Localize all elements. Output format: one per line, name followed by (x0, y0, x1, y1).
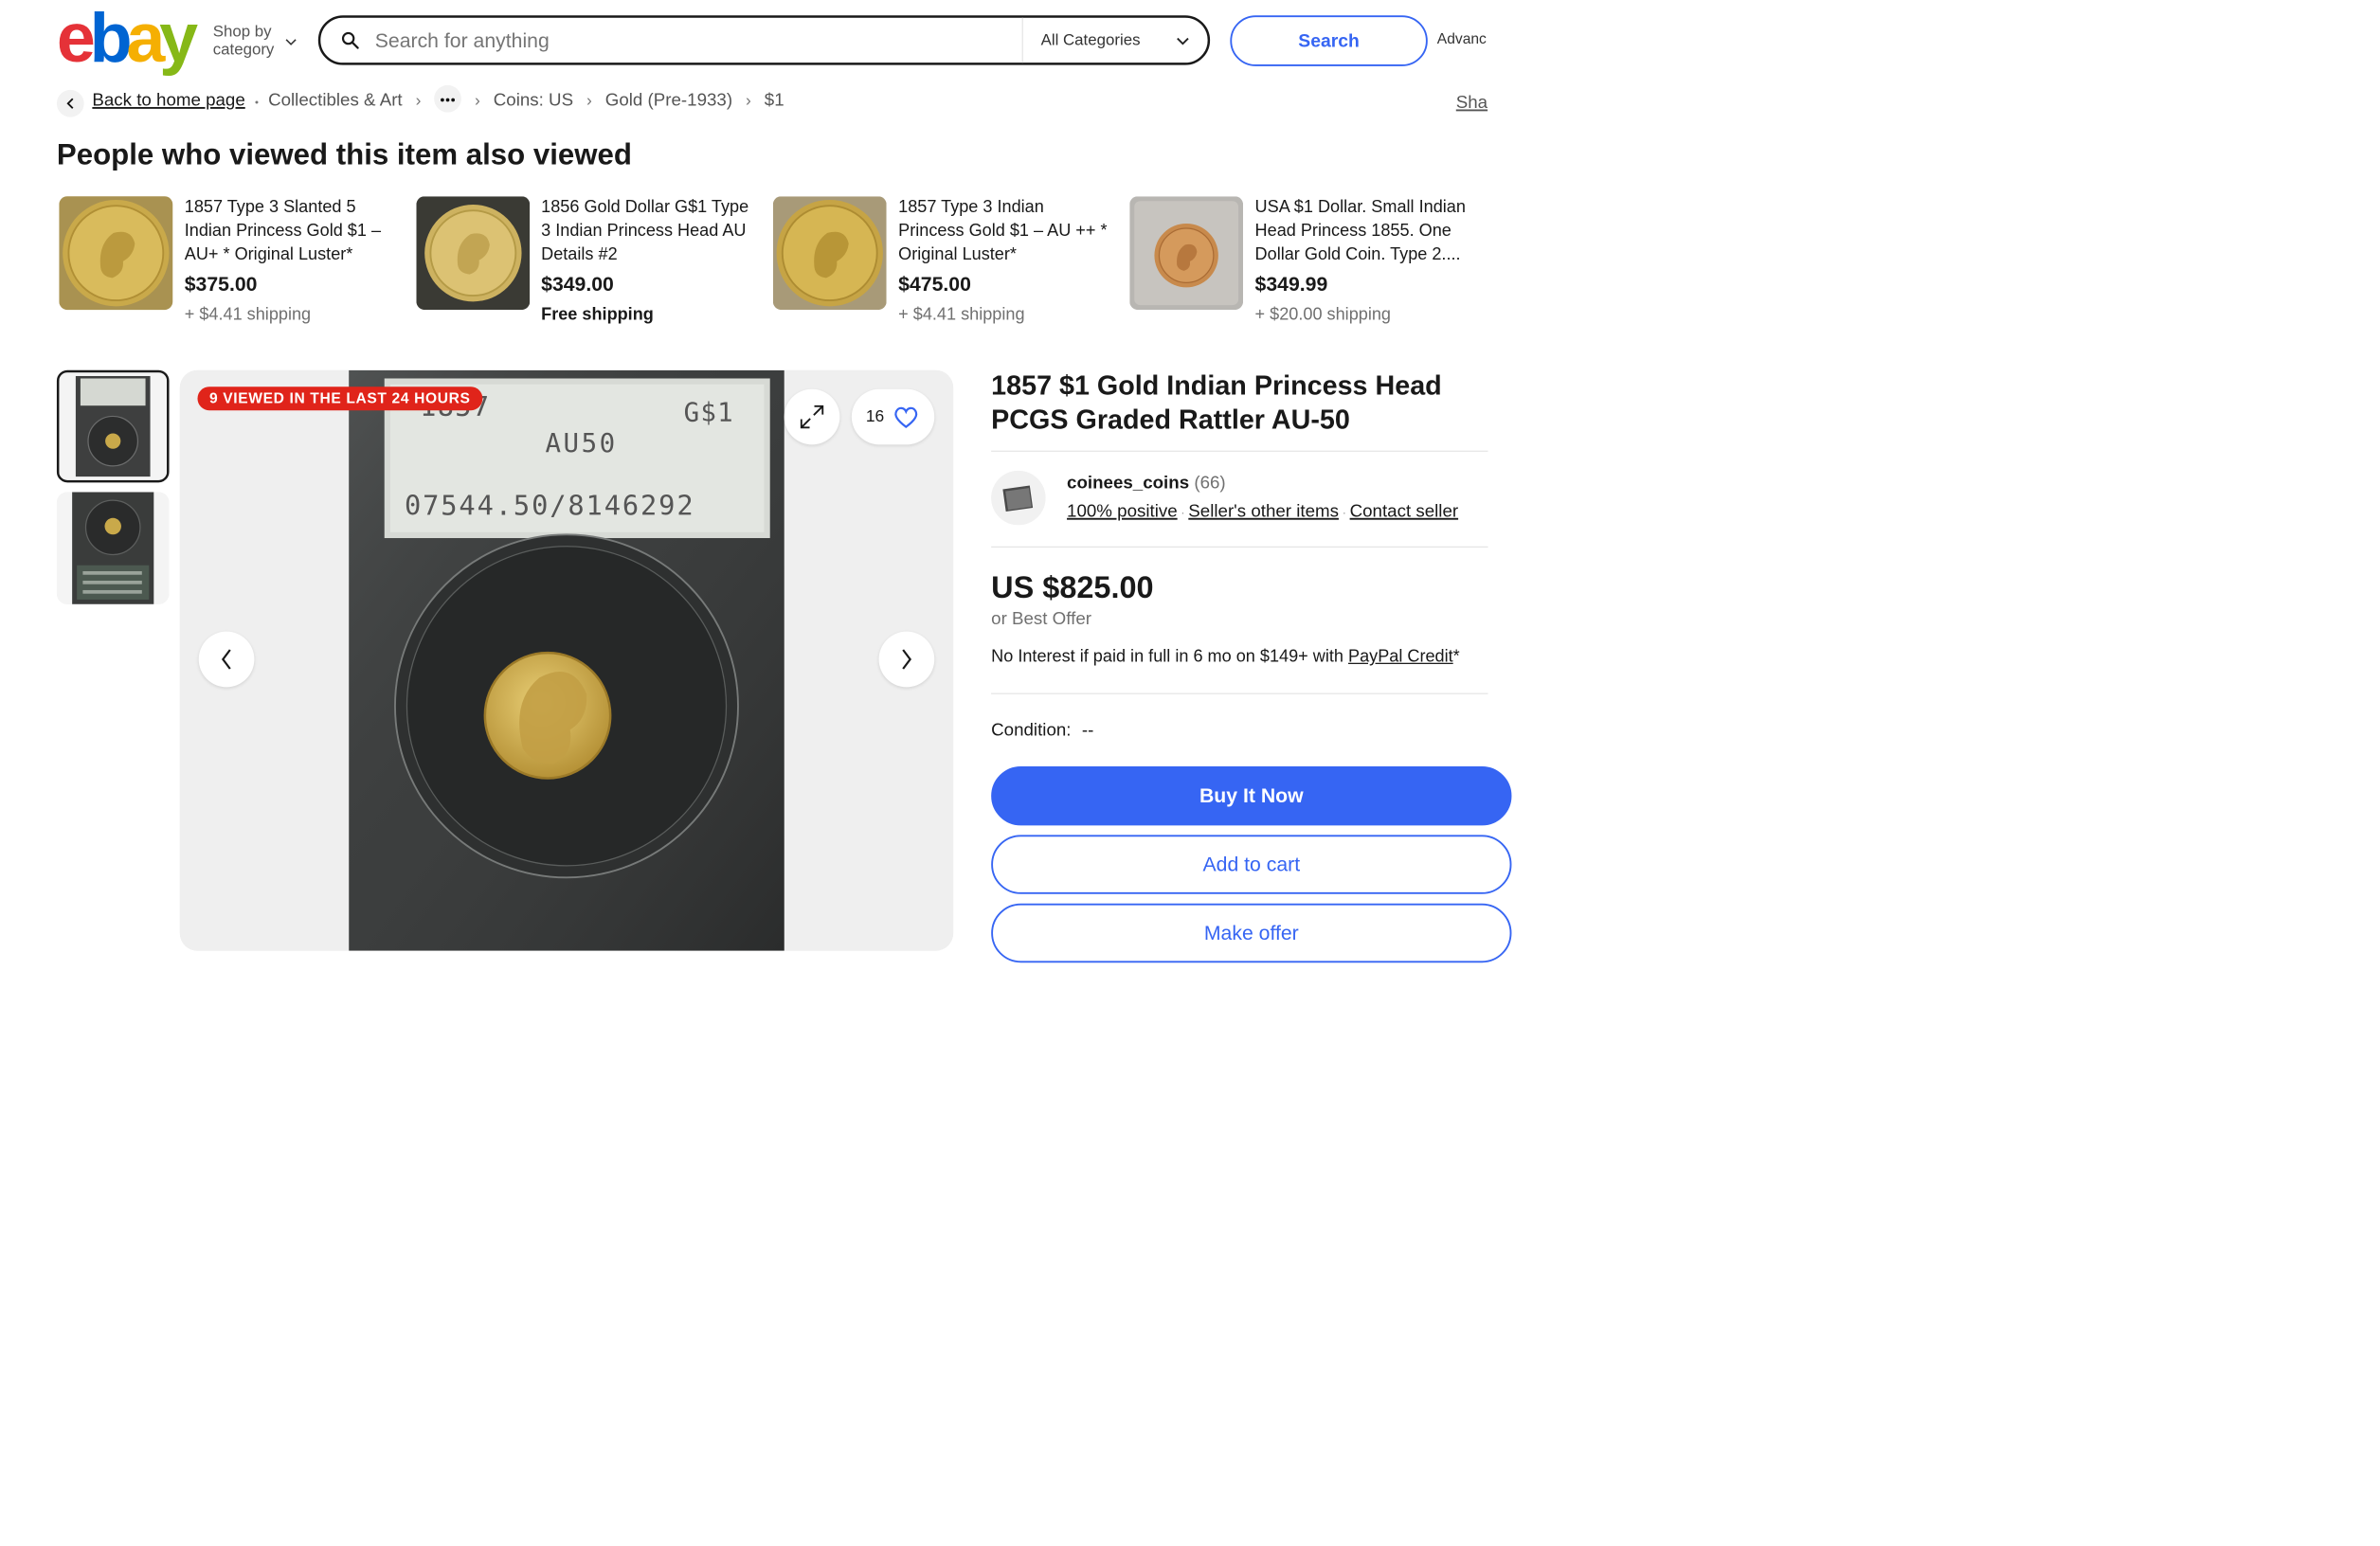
breadcrumb: Back to home page • Collectibles & Art ›… (92, 84, 784, 113)
seller-feedback-count[interactable]: (66) (1194, 473, 1225, 493)
credit-text: No Interest if paid in full in 6 mo on $… (991, 646, 1349, 666)
ebay-logo[interactable]: ebay (56, 0, 198, 78)
watch-button[interactable]: 16 (851, 388, 935, 445)
breadcrumb-item[interactable]: $1 (765, 90, 784, 110)
buy-it-now-button[interactable]: Buy It Now (991, 765, 1512, 826)
shop-by-category[interactable]: Shop by category (212, 22, 297, 59)
chevron-right-icon: › (746, 91, 751, 110)
seller-other-items-link[interactable]: Seller's other items (1188, 501, 1339, 521)
contact-seller-link[interactable]: Contact seller (1350, 501, 1458, 521)
slab-serial-text: 07544.50/8146292 (404, 489, 695, 522)
also-viewed-title-text[interactable]: USA $1 Dollar. Small Indian Head Princes… (1255, 195, 1480, 266)
also-viewed-image[interactable] (416, 196, 531, 311)
also-viewed-image[interactable] (772, 196, 887, 311)
coin-image (416, 196, 531, 311)
also-viewed-price: $349.99 (1254, 273, 1328, 297)
previous-image-button[interactable] (198, 631, 255, 688)
credit-suffix: * (1452, 646, 1460, 666)
search-divider (1021, 17, 1023, 63)
chevron-down-icon (1177, 37, 1189, 45)
add-to-cart-button[interactable]: Add to cart (991, 835, 1512, 894)
also-viewed-title-text[interactable]: 1857 Type 3 Slanted 5 Indian Princess Go… (185, 195, 398, 266)
logo-letter-a: a (126, 0, 165, 78)
shop-by-line1: Shop by (212, 22, 272, 41)
shop-by-line2: category (212, 40, 275, 59)
back-arrow-button[interactable] (56, 89, 84, 117)
breadcrumb-item[interactable]: Collectibles & Art (268, 90, 403, 110)
make-offer-button[interactable]: Make offer (991, 903, 1512, 963)
breadcrumb-dot: • (254, 96, 259, 109)
more-horizontal-icon (441, 98, 456, 102)
coin-image (1129, 196, 1244, 311)
also-viewed-image[interactable] (1129, 196, 1244, 311)
search-icon (341, 31, 359, 49)
logo-letter-b: b (89, 0, 133, 78)
also-viewed-title: People who viewed this item also viewed (56, 137, 632, 171)
seller-positive-link[interactable]: 100% positive (1067, 501, 1178, 521)
divider (991, 546, 1488, 548)
condition-value: -- (1081, 720, 1094, 740)
breadcrumb-back-link[interactable]: Back to home page (92, 90, 244, 110)
chevron-right-icon (902, 649, 912, 670)
search-input[interactable] (373, 27, 968, 54)
chevron-left-icon (66, 98, 74, 109)
search-bar: All Categories (317, 15, 1211, 65)
chevron-right-icon: › (475, 91, 480, 110)
gallery-thumbnail-2[interactable] (56, 492, 170, 604)
separator-dot: · (1342, 506, 1346, 520)
viewed-badge: 9 VIEWED IN THE LAST 24 HOURS (197, 386, 483, 411)
expand-icon (800, 404, 824, 429)
expand-image-button[interactable] (784, 388, 840, 445)
photo-placeholder-icon (991, 470, 1046, 526)
slab-thumbnail-image (56, 492, 170, 604)
logo-letter-y: y (159, 0, 198, 78)
category-select[interactable]: All Categories (1041, 30, 1141, 48)
coin-image (59, 196, 173, 311)
listing-price: US $825.00 (991, 570, 1154, 605)
share-link[interactable]: Sha (1456, 93, 1488, 113)
search-button[interactable]: Search (1230, 15, 1428, 66)
watch-count: 16 (865, 406, 885, 425)
also-viewed-title-text[interactable]: 1856 Gold Dollar G$1 Type 3 Indian Princ… (541, 195, 754, 266)
next-image-button[interactable] (878, 631, 935, 688)
seller-avatar[interactable] (991, 470, 1046, 526)
separator-dot: · (1181, 506, 1185, 520)
seller-name[interactable]: coinees_coins (1067, 473, 1189, 493)
coin-image (772, 196, 887, 311)
also-viewed-title-text[interactable]: 1857 Type 3 Indian Princess Gold $1 – AU… (898, 195, 1111, 266)
slab-grade-text: AU50 (545, 427, 618, 458)
logo-letter-e: e (56, 0, 96, 78)
seller-info: coinees_coins (66) (1067, 473, 1226, 493)
slab-denomination-text: G$1 (683, 397, 734, 428)
paypal-credit-link[interactable]: PayPal Credit (1348, 647, 1453, 666)
gallery-thumbnail-1[interactable] (56, 369, 170, 483)
also-viewed-shipping: + $20.00 shipping (1254, 305, 1391, 325)
condition-row: Condition: -- (991, 720, 1093, 740)
seller-links: 100% positive · Seller's other items · Conta… (1067, 501, 1458, 521)
heart-icon (894, 406, 918, 429)
also-viewed-price: $349.00 (541, 273, 614, 297)
also-viewed-shipping: + $4.41 shipping (184, 305, 312, 325)
credit-offer: No Interest if paid in full in 6 mo on $… (991, 647, 1460, 667)
also-viewed-shipping: Free shipping (541, 305, 654, 325)
also-viewed-shipping: + $4.41 shipping (898, 305, 1025, 325)
divider (991, 692, 1488, 694)
page: ebay Shop by category All Categories Sea… (0, 0, 1512, 965)
chevron-down-icon (285, 39, 297, 45)
chevron-right-icon: › (586, 91, 592, 110)
best-offer-text: or Best Offer (991, 608, 1091, 629)
divider (991, 450, 1488, 452)
also-viewed-price: $475.00 (898, 273, 971, 297)
breadcrumb-item[interactable]: Coins: US (494, 90, 573, 110)
slab-thumbnail-image (59, 372, 168, 480)
advanced-search-link[interactable]: Advanc (1437, 30, 1487, 47)
chevron-right-icon: › (415, 91, 422, 110)
also-viewed-price: $375.00 (184, 273, 258, 297)
breadcrumb-item[interactable]: Gold (Pre-1933) (605, 90, 732, 110)
breadcrumb-more-button[interactable] (434, 84, 462, 113)
listing-title: 1857 $1 Gold Indian Princess Head PCGS G… (991, 369, 1442, 435)
condition-label: Condition: (991, 720, 1072, 740)
chevron-left-icon (221, 649, 231, 670)
also-viewed-image[interactable] (59, 196, 173, 311)
